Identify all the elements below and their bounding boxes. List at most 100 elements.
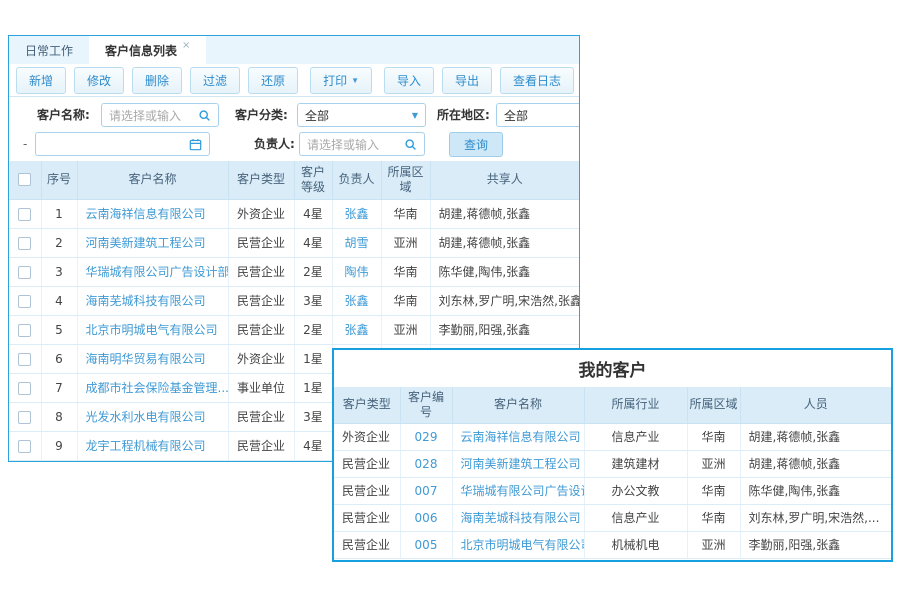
customer-name-link[interactable]: 北京市明城电气有限公司 (461, 538, 585, 552)
query-button[interactable]: 查询 (449, 132, 503, 157)
edit-button[interactable]: 修改 (74, 67, 124, 94)
cell-type: 民营企业 (334, 504, 400, 531)
cell-type: 民营企业 (228, 431, 294, 460)
customer-name-link[interactable]: 河南美新建筑工程公司 (86, 236, 206, 250)
cell-no: 7 (41, 373, 77, 402)
cell-industry: 机械机电 (584, 531, 687, 558)
cell-region: 亚洲 (381, 315, 430, 344)
customer-name-link[interactable]: 河南美新建筑工程公司 (461, 457, 581, 471)
cell-region: 华南 (381, 286, 430, 315)
tab-customer-list[interactable]: 客户信息列表 × (89, 36, 206, 64)
customer-name-link[interactable]: 海南明华贸易有限公司 (86, 352, 206, 366)
row-checkbox[interactable] (18, 324, 31, 337)
col-header-owner: 负责人 (332, 161, 381, 199)
search-icon[interactable] (198, 109, 211, 122)
col-header-industry: 所属行业 (584, 387, 687, 423)
cell-staff: 李勤丽,阳强,张鑫 (740, 531, 891, 558)
search-icon[interactable] (404, 138, 417, 151)
close-icon[interactable]: × (182, 40, 190, 51)
customer-code-link[interactable]: 028 (415, 457, 438, 471)
region-label: 所在地区: (437, 103, 490, 127)
row-checkbox[interactable] (18, 237, 31, 250)
filter-button[interactable]: 过滤 (190, 67, 240, 94)
customer-name-link[interactable]: 华瑞城有限公司广告设计部 (86, 265, 229, 279)
customer-code-link[interactable]: 005 (415, 538, 438, 552)
row-checkbox[interactable] (18, 440, 31, 453)
cell-type: 事业单位 (228, 373, 294, 402)
row-checkbox[interactable] (18, 382, 31, 395)
calendar-icon[interactable] (189, 138, 202, 151)
customer-name-link[interactable]: 云南海祥信息有限公司 (86, 207, 206, 221)
tab-daily-work[interactable]: 日常工作 (9, 36, 89, 64)
row-checkbox[interactable] (18, 353, 31, 366)
row-checkbox[interactable] (18, 411, 31, 424)
view-log-button[interactable]: 查看日志 (500, 67, 574, 94)
customer-code-link[interactable]: 007 (415, 484, 438, 498)
cell-type: 民营企业 (228, 315, 294, 344)
cell-region: 华南 (381, 199, 430, 228)
cell-type: 民营企业 (228, 402, 294, 431)
filter-area: 客户名称: 请选择或输入 客户分类: 全部 ▼ 所在地区: 全部 - (9, 97, 579, 161)
export-button[interactable]: 导出 (442, 67, 492, 94)
date-input[interactable] (35, 132, 210, 156)
owner-link[interactable]: 胡雪 (344, 236, 368, 250)
cell-grade: 2星 (294, 315, 332, 344)
col-header-customer-type: 客户类型 (228, 161, 294, 199)
import-button[interactable]: 导入 (384, 67, 434, 94)
delete-button[interactable]: 删除 (132, 67, 182, 94)
restore-button[interactable]: 还原 (248, 67, 298, 94)
customer-name-link[interactable]: 海南芜城科技有限公司 (461, 511, 581, 525)
cell-staff: 胡建,蒋德帧,张鑫 (740, 450, 891, 477)
category-value: 全部 (305, 107, 408, 124)
owner-input[interactable]: 请选择或输入 (299, 132, 425, 156)
table-row: 民营企业 028 河南美新建筑工程公司 建筑建材 亚洲 胡建,蒋德帧,张鑫 (334, 450, 891, 477)
select-all-checkbox[interactable] (18, 173, 31, 186)
table-row: 外资企业 029 云南海祥信息有限公司 信息产业 华南 胡建,蒋德帧,张鑫 (334, 423, 891, 450)
cell-no: 9 (41, 431, 77, 460)
customer-name-link[interactable]: 光发水利水电有限公司 (86, 410, 206, 424)
customer-name-link[interactable]: 北京市明城电气有限公司 (86, 323, 218, 337)
category-select[interactable]: 全部 ▼ (297, 103, 426, 127)
cell-region: 亚洲 (687, 531, 740, 558)
tab-customer-list-label: 客户信息列表 (105, 42, 177, 59)
cell-region: 华南 (687, 477, 740, 504)
customer-name-input[interactable]: 请选择或输入 (101, 103, 219, 127)
row-checkbox[interactable] (18, 208, 31, 221)
region-select[interactable]: 全部 (496, 103, 580, 127)
customer-name-link[interactable]: 云南海祥信息有限公司 (461, 430, 581, 444)
print-button[interactable]: 打印 ▼ (310, 67, 372, 94)
customer-name-link[interactable]: 华瑞城有限公司广告设计部 (461, 484, 585, 498)
owner-placeholder: 请选择或输入 (307, 136, 404, 153)
category-label: 客户分类: (235, 103, 288, 127)
cell-industry: 建筑建材 (584, 450, 687, 477)
owner-link[interactable]: 张鑫 (344, 294, 368, 308)
customer-code-link[interactable]: 006 (415, 511, 438, 525)
customer-name-link[interactable]: 海南芜城科技有限公司 (86, 294, 206, 308)
cell-no: 2 (41, 228, 77, 257)
cell-no: 1 (41, 199, 77, 228)
owner-link[interactable]: 陶伟 (344, 265, 368, 279)
cell-grade: 3星 (294, 286, 332, 315)
cell-type: 民营企业 (334, 477, 400, 504)
row-checkbox[interactable] (18, 295, 31, 308)
customer-name-link[interactable]: 龙宇工程机械有限公司 (86, 439, 206, 453)
owner-link[interactable]: 张鑫 (344, 323, 368, 337)
cell-type: 民营企业 (228, 257, 294, 286)
col-header-grade: 客户等级 (294, 161, 332, 199)
table-row: 民营企业 005 北京市明城电气有限公司 机械机电 亚洲 李勤丽,阳强,张鑫 (334, 531, 891, 558)
row-checkbox[interactable] (18, 266, 31, 279)
cell-staff: 胡建,蒋德帧,张鑫 (740, 423, 891, 450)
owner-link[interactable]: 张鑫 (344, 207, 368, 221)
cell-grade: 1星 (294, 344, 332, 373)
date-range-separator: - (23, 132, 27, 156)
add-button[interactable]: 新增 (16, 67, 66, 94)
customer-code-link[interactable]: 029 (415, 430, 438, 444)
table-row: 3 华瑞城有限公司广告设计部 民营企业 2星 陶伟 华南 陈华健,陶伟,张鑫 (9, 257, 579, 286)
col-header-shared: 共享人 (430, 161, 579, 199)
customer-name-link[interactable]: 成都市社会保险基金管理... (86, 381, 229, 395)
customer-name-placeholder: 请选择或输入 (109, 107, 198, 124)
col-header-staff: 人员 (740, 387, 891, 423)
cell-staff: 陈华健,陶伟,张鑫 (740, 477, 891, 504)
select-all-header (9, 161, 41, 199)
cell-type: 民营企业 (228, 286, 294, 315)
